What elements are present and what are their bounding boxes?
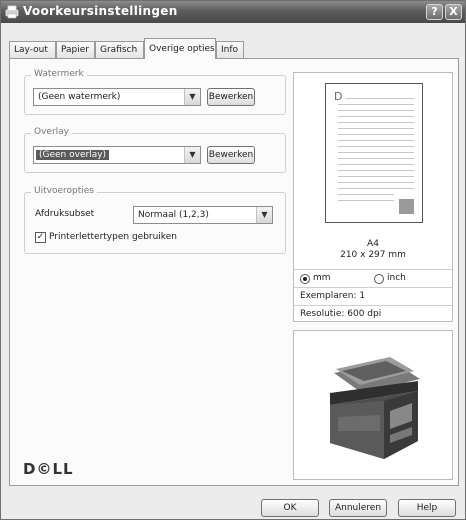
- tab-layout[interactable]: Lay-out: [9, 41, 56, 58]
- watermark-edit-button[interactable]: Bewerken: [207, 88, 255, 106]
- paper-line: [338, 176, 414, 177]
- tab-other-options[interactable]: Overige opties: [144, 38, 216, 59]
- chevron-down-icon[interactable]: ▼: [184, 147, 200, 163]
- paper-line: [338, 170, 414, 171]
- printer-fonts-label: Printerlettertypen gebruiken: [49, 232, 177, 242]
- paper-line: [338, 110, 414, 111]
- paper-line: [338, 134, 414, 135]
- paper-line: [338, 200, 394, 201]
- overlay-group: Overlay (Geen overlay) ▼ Bewerken: [24, 127, 286, 173]
- close-button[interactable]: X: [445, 4, 462, 20]
- overlay-select[interactable]: (Geen overlay) ▼: [33, 146, 201, 164]
- unit-inch-radio[interactable]: [374, 274, 384, 284]
- watermark-select-value: (Geen watermerk): [38, 92, 121, 102]
- paper-line: [338, 116, 414, 117]
- print-subset-value: Normaal (1,2,3): [138, 210, 209, 220]
- help-button[interactable]: Help: [398, 499, 456, 517]
- paper-line: [338, 182, 414, 183]
- paper-name: A4: [367, 239, 379, 249]
- paper-line: [338, 158, 414, 159]
- tab-panel: Watermerk (Geen watermerk) ▼ Bewerken Ov…: [9, 58, 459, 486]
- help-title-button[interactable]: ?: [426, 4, 443, 20]
- image-placeholder: [399, 199, 414, 214]
- tab-info[interactable]: Info: [216, 41, 244, 58]
- paper-line: [338, 152, 414, 153]
- preferences-dialog: Voorkeursinstellingen ? X Lay-out Papier…: [0, 0, 466, 520]
- overlay-edit-button[interactable]: Bewerken: [207, 146, 255, 164]
- overlay-select-value: (Geen overlay): [36, 150, 110, 160]
- paper-sheet: D: [325, 83, 423, 223]
- printer-fonts-checkbox[interactable]: ✓: [35, 232, 46, 243]
- output-options-group: Uitvoeropties Afdruksubset Normaal (1,2,…: [24, 186, 286, 254]
- watermark-group: Watermerk (Geen watermerk) ▼ Bewerken: [24, 69, 286, 115]
- unit-mm-label: mm: [313, 273, 331, 283]
- print-subset-label: Afdruksubset: [35, 209, 95, 219]
- tab-paper[interactable]: Papier: [56, 41, 95, 58]
- window-title: Voorkeursinstellingen: [23, 4, 178, 18]
- print-subset-select[interactable]: Normaal (1,2,3) ▼: [133, 206, 273, 224]
- output-options-legend: Uitvoeropties: [31, 186, 97, 196]
- paper-preview: D A4 210 x 297 mm mm inch Exemplaren: 1 …: [293, 72, 453, 322]
- paper-line: [338, 128, 414, 129]
- resolution-row: Resolutie: 600 dpi: [294, 305, 452, 323]
- paper-line: [346, 98, 414, 99]
- copies-row: Exemplaren: 1: [294, 287, 452, 305]
- ok-button[interactable]: OK: [261, 499, 319, 517]
- title-bar: Voorkeursinstellingen ? X: [1, 1, 465, 23]
- paper-size: 210 x 297 mm: [340, 250, 406, 260]
- paper-line: [338, 188, 414, 189]
- paper-line: [338, 104, 414, 105]
- units-row: mm inch: [294, 269, 452, 287]
- unit-mm-radio[interactable]: [300, 274, 310, 284]
- paper-line: [338, 146, 414, 147]
- watermark-select[interactable]: (Geen watermerk) ▼: [33, 88, 201, 106]
- chevron-down-icon[interactable]: ▼: [184, 89, 200, 105]
- overlay-legend: Overlay: [31, 127, 72, 137]
- unit-inch-label: inch: [387, 273, 406, 283]
- paper-line: [338, 122, 414, 123]
- cancel-button[interactable]: Annuleren: [329, 499, 387, 517]
- paper-line: [338, 164, 414, 165]
- paper-line: [338, 140, 414, 141]
- dell-logo: D©LL: [23, 460, 74, 478]
- printer-illustration: [330, 357, 420, 459]
- printer-image: [293, 330, 453, 480]
- watermark-legend: Watermerk: [31, 69, 87, 79]
- tab-graphics[interactable]: Grafisch: [95, 41, 144, 58]
- printer-icon: [5, 5, 19, 19]
- paper-line: [338, 194, 394, 195]
- page-start-glyph: D: [334, 90, 343, 103]
- chevron-down-icon[interactable]: ▼: [256, 207, 272, 223]
